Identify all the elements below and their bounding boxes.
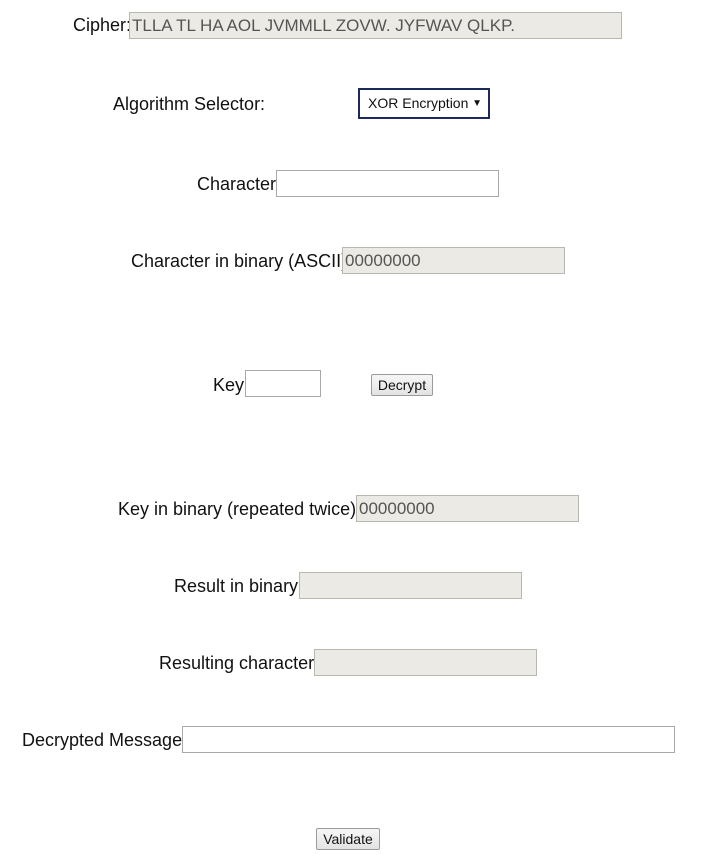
algorithm-selector-label: Algorithm Selector: xyxy=(113,94,266,114)
key-binary-field: 00000000 xyxy=(356,495,579,522)
cipher-label: Cipher: xyxy=(73,15,132,35)
decrypted-message-input[interactable] xyxy=(182,726,675,753)
resulting-character-label: Resulting character: xyxy=(159,653,320,673)
character-binary-label: Character in binary (ASCII): xyxy=(131,251,353,271)
validate-button[interactable]: Validate xyxy=(316,828,380,850)
key-label: Key: xyxy=(213,375,250,395)
key-input[interactable] xyxy=(245,370,321,397)
algorithm-selected-value: XOR Encryption xyxy=(368,95,469,111)
decrypted-message-label: Decrypted Message: xyxy=(22,730,188,750)
decrypt-button[interactable]: Decrypt xyxy=(371,374,433,396)
character-label: Character: xyxy=(197,174,282,194)
algorithm-select[interactable]: XOR Encryption ▼ xyxy=(358,88,490,119)
key-binary-label: Key in binary (repeated twice): xyxy=(118,499,362,519)
character-input[interactable] xyxy=(276,170,499,197)
cipher-field: TLLA TL HA AOL JVMMLL ZOVW. JYFWAV QLKP. xyxy=(129,12,622,39)
resulting-character-field xyxy=(314,649,537,676)
result-binary-label: Result in binary: xyxy=(174,576,304,596)
result-binary-field xyxy=(299,572,522,599)
dropdown-arrow-icon: ▼ xyxy=(472,98,482,109)
character-binary-field: 00000000 xyxy=(342,247,565,274)
